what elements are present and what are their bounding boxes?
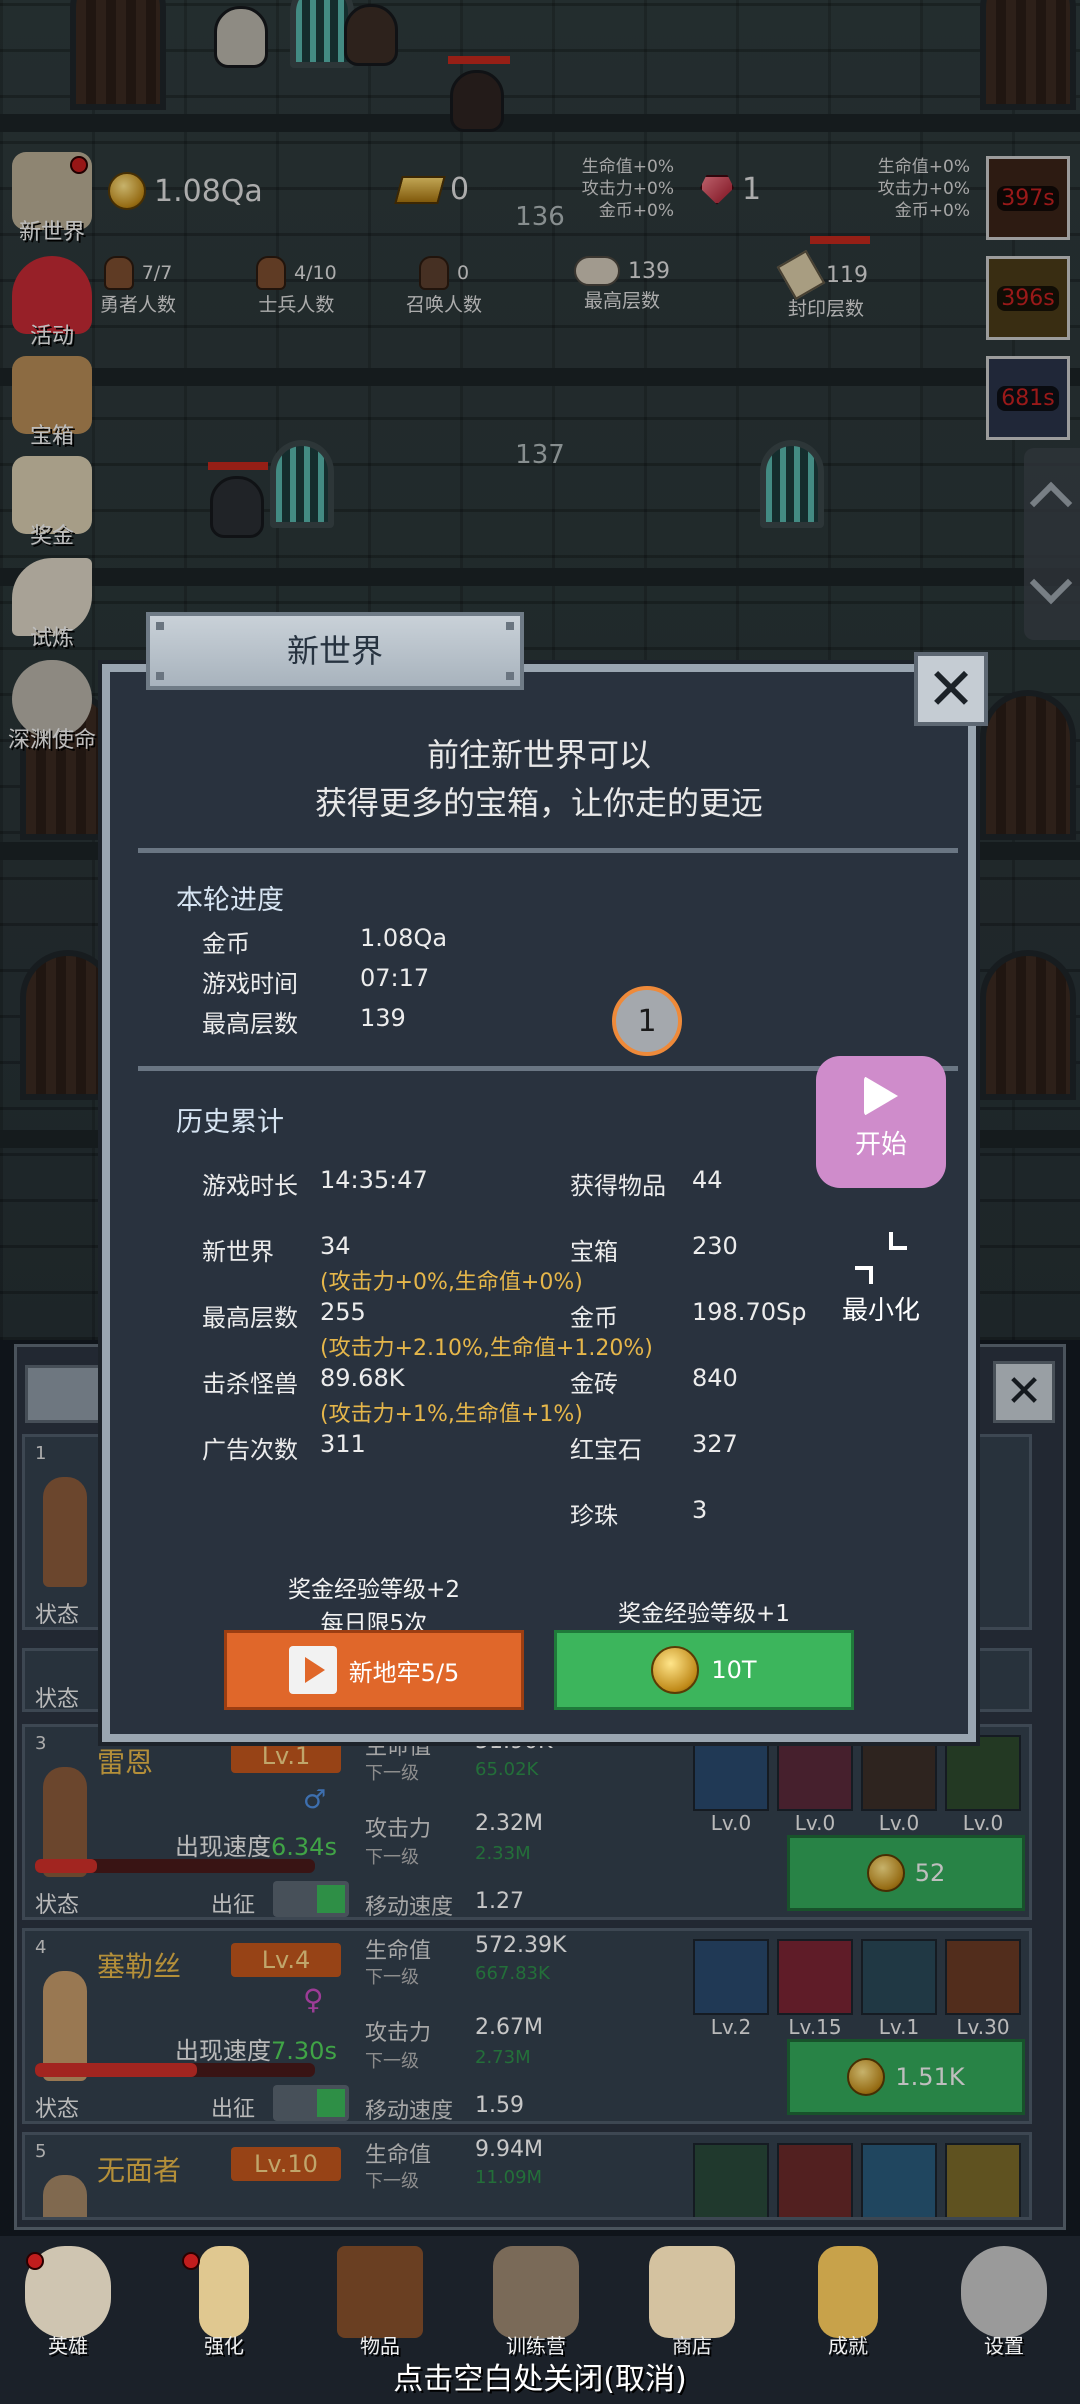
- lantern-icon: [493, 2246, 579, 2338]
- history-bonus-note: (攻击力+0%,生命值+0%): [320, 1270, 583, 1295]
- history-label: 宝箱: [570, 1238, 618, 1266]
- mug-icon: [649, 2246, 735, 2338]
- history-value: 840: [692, 1364, 738, 1392]
- minimize-label: 最小化: [841, 1296, 920, 1326]
- history-value: 198.70Sp: [692, 1298, 807, 1326]
- history-label: 新世界: [202, 1238, 274, 1266]
- history-value: 230: [692, 1232, 738, 1260]
- round-floor-value: 139: [360, 1004, 406, 1032]
- candle-icon: [199, 2246, 249, 2338]
- minimize-button[interactable]: 最小化: [812, 1218, 950, 1338]
- nav-settings[interactable]: 设置: [944, 2246, 1064, 2359]
- round-time-label: 游戏时间: [202, 970, 298, 998]
- intro-line: 前往新世界可以: [426, 736, 651, 774]
- bonus-info-coin: 奖金经验等级+1: [618, 1601, 790, 1627]
- round-gold-value: 1.08Qa: [360, 924, 448, 952]
- history-label: 最高层数: [202, 1304, 298, 1332]
- minimize-icon: [855, 1232, 907, 1284]
- bonus-line: 奖金经验等级+2: [288, 1577, 460, 1603]
- history-value: 89.68K: [320, 1364, 405, 1392]
- nav-achievements[interactable]: 成就: [788, 2246, 908, 2359]
- nav-shop[interactable]: 商店: [632, 2246, 752, 2359]
- divider: [138, 848, 958, 853]
- dialog-title: 新世界: [286, 632, 383, 670]
- history-label: 获得物品: [570, 1172, 666, 1200]
- history-value: 14:35:47: [320, 1166, 428, 1194]
- dialog-close-button[interactable]: ✕: [914, 652, 988, 726]
- tutorial-step-marker[interactable]: 1: [612, 986, 682, 1056]
- nav-training-camp[interactable]: 训练营: [476, 2246, 596, 2359]
- nav-items[interactable]: 物品: [320, 2246, 440, 2359]
- rivet: [506, 672, 514, 680]
- history-label: 游戏时长: [202, 1172, 298, 1200]
- rivet: [156, 672, 164, 680]
- section-round-progress: 本轮进度: [176, 885, 284, 916]
- play-icon: [864, 1076, 898, 1116]
- history-label: 金币: [570, 1304, 618, 1332]
- button-label: 新地牢5/5: [348, 1658, 460, 1687]
- history-label: 珍珠: [570, 1502, 618, 1530]
- rivet: [156, 622, 164, 630]
- bonus-info-ad: 奖金经验等级+2 每日限5次: [224, 1570, 524, 1638]
- new-world-coin-button[interactable]: 10T: [554, 1630, 854, 1710]
- history-label: 广告次数: [202, 1436, 298, 1464]
- round-floor-label: 最高层数: [202, 1010, 298, 1038]
- button-label: 10T: [711, 1656, 757, 1684]
- close-icon: ✕: [926, 655, 976, 723]
- history-value: 44: [692, 1166, 723, 1194]
- video-play-icon: [288, 1646, 337, 1694]
- round-gold-label: 金币: [202, 930, 250, 958]
- start-button[interactable]: 开始: [816, 1056, 946, 1188]
- history-value: 3: [692, 1496, 708, 1524]
- history-label: 红宝石: [570, 1436, 642, 1464]
- notification-dot: [182, 2252, 200, 2270]
- new-world-dialog: 前往新世界可以 获得更多的宝箱，让你走的更远 本轮进度 金币 1.08Qa 游戏…: [102, 664, 976, 1742]
- round-time-value: 07:17: [360, 964, 430, 992]
- section-history: 历史累计: [176, 1107, 284, 1138]
- history-label: 金砖: [570, 1370, 618, 1398]
- history-bonus-note: (攻击力+2.10%,生命值+1.20%): [320, 1336, 653, 1361]
- notification-dot: [26, 2252, 44, 2270]
- history-value: 255: [320, 1298, 366, 1326]
- new-dungeon-ad-button[interactable]: 新地牢5/5: [224, 1630, 524, 1710]
- start-label: 开始: [854, 1130, 907, 1160]
- intro-line: 获得更多的宝箱，让你走的更远: [314, 784, 763, 822]
- history-value: 311: [320, 1430, 366, 1458]
- dialog-title-plate: 新世界: [146, 612, 524, 690]
- history-value: 34: [320, 1232, 351, 1260]
- gear-icon: [961, 2246, 1047, 2338]
- history-label: 击杀怪兽: [202, 1370, 298, 1398]
- book-icon: [337, 2246, 423, 2338]
- history-value: 327: [692, 1430, 738, 1458]
- key-icon: [818, 2246, 878, 2338]
- history-bonus-note: (攻击力+1%,生命值+1%): [320, 1402, 583, 1427]
- tap-to-close-hint: 点击空白处关闭(取消): [393, 2362, 687, 2397]
- rivet: [506, 622, 514, 630]
- gold-coin-icon: [651, 1646, 700, 1694]
